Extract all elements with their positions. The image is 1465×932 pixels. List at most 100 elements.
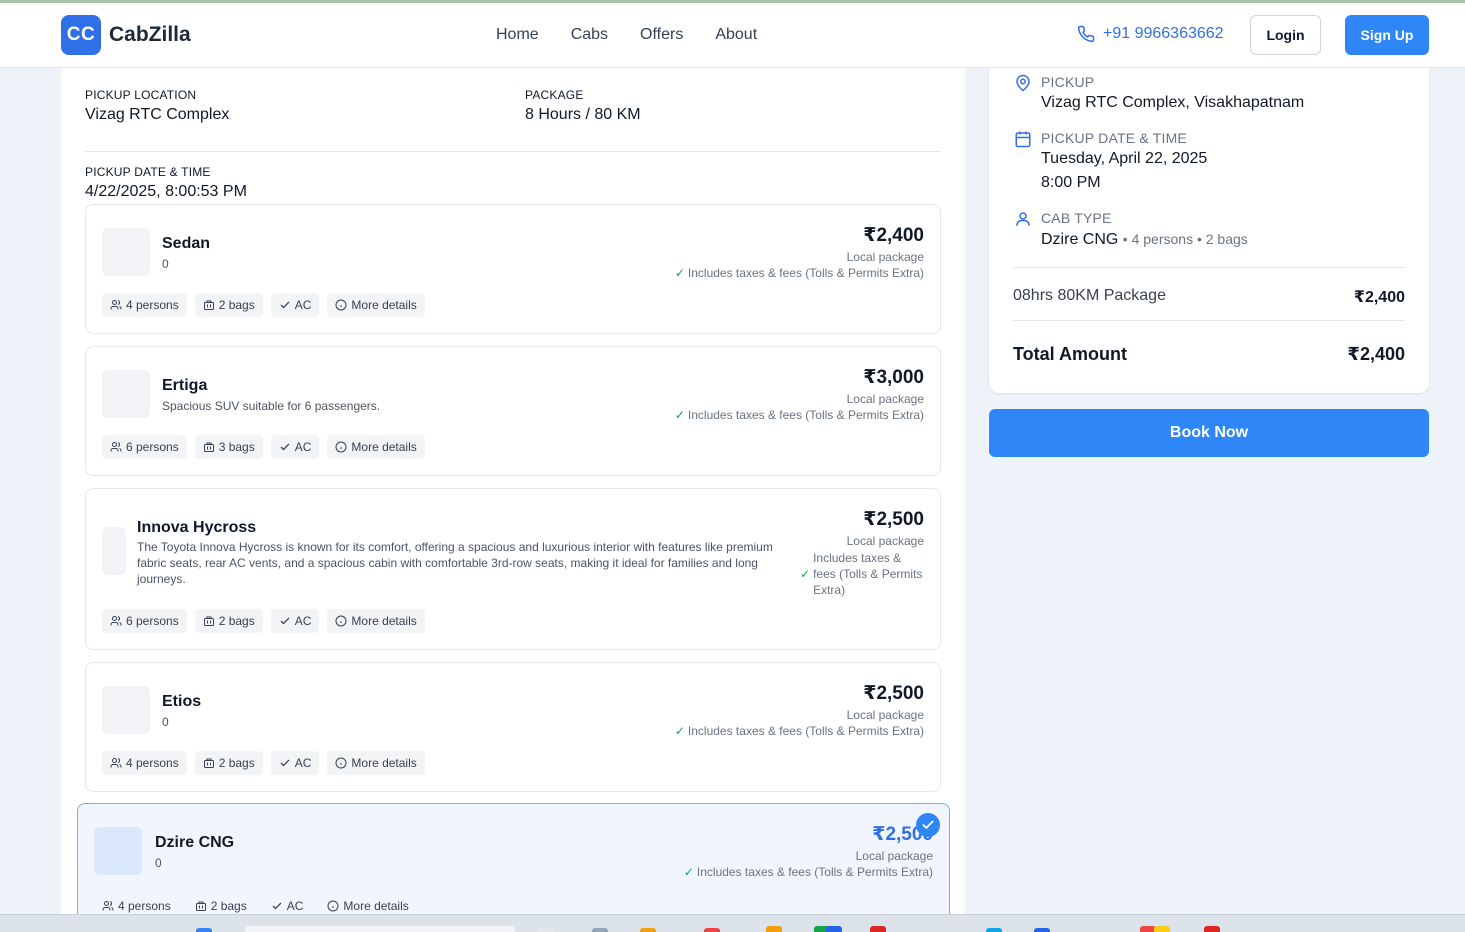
package-value: 8 Hours / 80 KM [525,106,641,123]
cab-package-type: Local package [846,250,924,264]
nav-home[interactable]: Home [496,26,539,44]
os-taskbar [0,914,1465,932]
taskbar-app-icon[interactable] [1034,928,1050,932]
pickup-datetime-value: 4/22/2025, 8:00:53 PM [85,183,247,200]
taskbar-app-icon[interactable] [592,928,608,932]
more-details-button[interactable]: More details [327,751,425,775]
cab-package-type: Local package [846,708,924,722]
persons-chip: 6 persons [102,435,187,459]
info-divider [85,151,941,152]
taskbar-app-icon[interactable] [1204,926,1220,932]
info-icon [335,299,347,311]
summary-package-line: 08hrs 80KM Package [1013,287,1166,304]
cab-card-dzire-cng[interactable]: Dzire CNG 0 ₹2,500 Local package ✓ Includ… [77,803,950,923]
users-icon [110,442,122,452]
check-icon: ✓ [683,865,694,879]
taskbar-app-icon[interactable] [538,928,554,932]
taskbar-app-icon[interactable] [826,926,842,932]
luggage-icon [203,300,214,310]
cab-includes-note: ✓ Includes taxes & fees (Tolls & Permits … [674,266,924,280]
taskbar-app-icon[interactable] [1154,926,1170,932]
check-icon: ✓ [674,266,685,280]
cab-card-etios[interactable]: Etios 0 ₹2,500 Local package ✓ Includes t… [85,662,941,792]
cab-card-sedan[interactable]: Sedan 0 ₹2,400 Local package ✓ Includes t… [85,204,941,334]
ac-chip: AC [270,609,320,633]
brand-name[interactable]: CabZilla [109,23,191,47]
cab-price: ₹3,000 [863,367,924,388]
bags-chip: 2 bags [194,293,263,317]
info-icon [335,441,347,453]
cab-name: Dzire CNG [155,834,235,851]
login-button[interactable]: Login [1250,15,1321,55]
cab-includes-note: ✓ Includes taxes & fees (Tolls & Permits … [800,551,923,597]
info-icon [335,757,347,769]
luggage-icon [203,758,214,768]
main-nav: Home Cabs Offers About [496,26,757,44]
cab-image [102,370,150,418]
phone-link[interactable]: +91 9966363662 [1077,25,1224,43]
windows-start-icon[interactable] [196,928,212,932]
cab-price: ₹2,500 [863,683,924,704]
taskbar-app-icon[interactable] [704,928,720,932]
more-details-button[interactable]: More details [327,609,425,633]
users-icon [110,616,122,626]
taskbar-app-icon[interactable] [870,926,886,932]
taskbar-app-icon[interactable] [640,928,656,932]
taskbar-app-icon[interactable] [986,928,1002,932]
book-now-button[interactable]: Book Now [989,409,1429,457]
nav-cabs[interactable]: Cabs [571,26,608,44]
summary-divider [1013,267,1405,268]
brand-logo[interactable]: CC [61,15,101,55]
cab-image [102,527,126,575]
bags-chip: 3 bags [194,435,263,459]
package-label: PACKAGE [525,88,584,102]
cab-card-ertiga[interactable]: Ertiga Spacious SUV suitable for 6 passe… [85,346,941,476]
more-details-button[interactable]: More details [327,435,425,459]
bags-chip: 2 bags [194,609,263,633]
cab-description: Spacious SUV suitable for 6 passengers. [162,399,381,413]
users-icon [110,300,122,310]
summary-divider [1013,320,1405,321]
signup-button[interactable]: Sign Up [1345,15,1429,55]
cab-name: Sedan [162,235,211,252]
cab-package-type: Local package [846,392,924,406]
cab-description: 0 [162,257,169,271]
total-amount-label: Total Amount [1013,344,1127,364]
calendar-icon [1015,131,1031,148]
cab-description: 0 [155,856,162,870]
nav-about[interactable]: About [715,26,757,44]
check-icon [280,301,290,309]
summary-cab-value: Dzire CNG • 4 persons • 2 bags [1041,231,1248,248]
cab-image [102,686,150,734]
users-icon [102,901,114,911]
check-icon [280,617,290,625]
luggage-icon [203,616,214,626]
info-icon [335,615,347,627]
taskbar-app-icon[interactable] [766,926,782,932]
persons-chip: 4 persons [102,293,187,317]
persons-chip: 4 persons [102,751,187,775]
nav-offers[interactable]: Offers [640,26,683,44]
cab-features: 4 persons 2 bags AC More details [102,293,425,317]
taskbar-search-box[interactable] [245,926,515,932]
check-icon [272,902,282,910]
check-icon [280,759,290,767]
summary-time-value: 8:00 PM [1041,174,1101,191]
phone-number: +91 9966363662 [1103,25,1224,42]
ac-chip: AC [270,435,320,459]
more-details-button[interactable]: More details [327,293,425,317]
cab-name: Etios [162,693,202,710]
cab-features: 4 persons 2 bags AC More details [102,751,425,775]
ac-chip: AC [270,751,320,775]
cab-includes-note: ✓ Includes taxes & fees (Tolls & Permits … [674,408,924,422]
cab-card-innova-hycross[interactable]: Innova Hycross The Toyota Innova Hycross… [85,488,941,650]
cab-features: 6 persons 3 bags AC More details [102,435,425,459]
pickup-location-label: PICKUP LOCATION [85,88,197,102]
summary-pickup-label: PICKUP [1041,74,1095,90]
cab-name: Innova Hycross [137,519,257,536]
ac-chip: AC [270,293,320,317]
info-icon [327,900,339,912]
pickup-location-value: Vizag RTC Complex [85,106,230,123]
pickup-datetime-label: PICKUP DATE & TIME [85,165,211,179]
cab-image [94,827,142,875]
